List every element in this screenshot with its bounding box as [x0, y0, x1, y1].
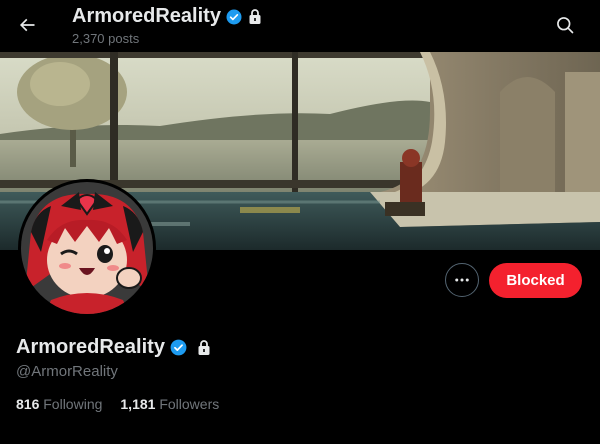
lock-icon	[249, 9, 261, 24]
followers-label: Followers	[159, 396, 220, 412]
lock-icon	[198, 340, 210, 355]
header-title-block: ArmoredReality 2,370 posts	[72, 5, 263, 46]
following-link[interactable]: 816 Following	[16, 396, 102, 412]
blocked-button[interactable]: Blocked	[489, 263, 582, 298]
more-options-button[interactable]	[445, 263, 479, 297]
arrow-left-icon	[19, 18, 35, 32]
followers-link[interactable]: 1,181 Followers	[120, 396, 219, 412]
search-icon	[557, 17, 574, 34]
following-count: 816	[16, 396, 40, 412]
profile-handle: @ArmorReality	[16, 363, 118, 380]
profile-avatar[interactable]	[18, 179, 156, 317]
posts-count: 2,370 posts	[72, 31, 140, 46]
search-button[interactable]	[548, 8, 582, 42]
followers-count: 1,181	[120, 396, 156, 412]
following-label: Following	[43, 396, 103, 412]
blocked-button-label: Blocked	[506, 272, 565, 289]
avatar-image	[21, 182, 153, 314]
back-button[interactable]	[10, 8, 44, 42]
verified-badge-icon[interactable]	[169, 338, 188, 357]
more-horizontal-icon	[455, 278, 469, 282]
header-title: ArmoredReality	[72, 5, 221, 27]
profile-stats: 816 Following 1,181 Followers	[16, 396, 219, 412]
top-bar: ArmoredReality 2,370 posts	[0, 0, 600, 52]
profile-name-row: ArmoredReality	[16, 336, 212, 359]
verified-badge-icon	[226, 9, 242, 24]
profile-display-name: ArmoredReality	[16, 336, 165, 358]
